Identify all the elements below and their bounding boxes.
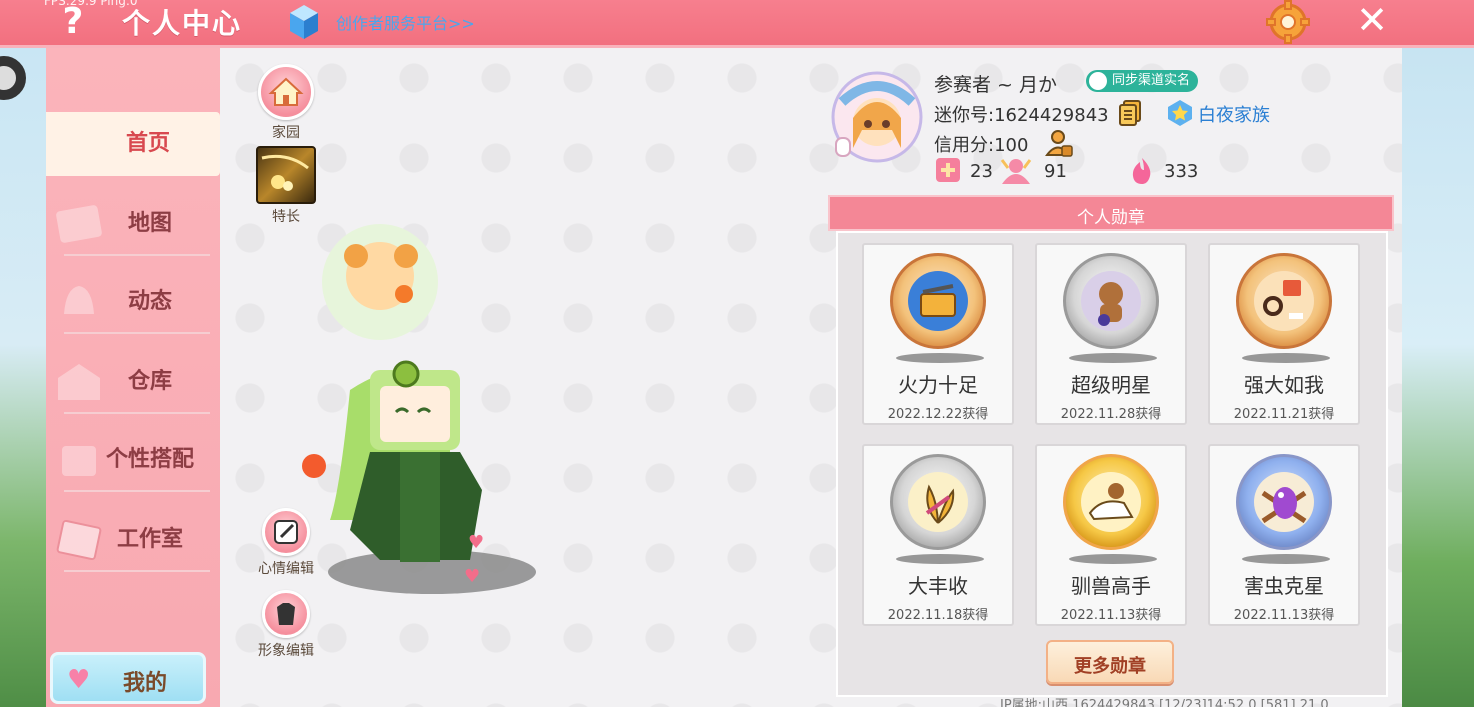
sidebar-item-home[interactable]: 首页 [46,112,220,176]
person-info-icon[interactable] [1044,128,1074,158]
likes-stat: 23 [934,156,994,188]
medals-header-title: 个人勋章 [1077,208,1145,228]
family-name: 白夜家族 [1198,105,1270,126]
medal-card[interactable]: 超级明星 2022.11.28获得 [1035,243,1187,425]
medal-name: 驯兽高手 [1071,574,1151,598]
sync-realname-badge[interactable]: 同步渠道实名 [1086,70,1199,92]
mini-id-label: 迷你号: [934,105,995,126]
fans-stat: 91 [1000,156,1070,188]
divider [64,412,210,414]
medal-strength-icon [1236,253,1332,349]
more-medals-button[interactable]: 更多勋章 [1046,640,1174,684]
footer-status: IP属地:山西 1624429843 [12/23]14:52 0 [581] … [1000,698,1329,707]
medal-shadow [896,353,984,363]
medal-beast-tamer-icon [1063,454,1159,550]
medal-date: 2022.11.18获得 [887,608,989,623]
medal-name: 超级明星 [1071,373,1151,397]
medal-pest-buster-icon [1236,454,1332,550]
creator-cube-icon[interactable] [288,3,320,41]
page-title: 个人中心 [122,7,243,40]
sidebar-item-map[interactable]: 地图 [46,192,220,256]
heat-count: 333 [1164,161,1199,182]
medal-date: 2022.11.13获得 [1060,608,1162,623]
verified-icon [1089,72,1107,90]
medal-card[interactable]: 火力十足 2022.12.22获得 [862,243,1014,425]
medal-name: 强大如我 [1244,373,1324,397]
fans-icon [1000,159,1032,184]
sidebar: 首页 地图 动态 仓库 个性搭配 工作室 ♥ 我的 [46,48,220,707]
heat-stat: 333 [1128,156,1208,188]
divider [64,570,210,572]
medal-date: 2022.11.28获得 [1060,407,1162,422]
medal-shadow [1242,353,1330,363]
credit-score: 信用分:100 [934,131,1028,157]
fans-count: 91 [1044,161,1067,182]
medal-name: 火力十足 [898,373,978,397]
home-button[interactable]: 家园 [256,64,316,142]
medal-shadow [1069,554,1157,564]
medal-date: 2022.11.13获得 [1233,608,1335,623]
home-button-label: 家园 [272,125,300,141]
heart-icon: ♥ [67,665,91,695]
sidebar-item-label: 个性搭配 [105,447,194,472]
divider [64,490,210,492]
close-button[interactable]: ✕ [1352,1,1392,42]
mini-id-value: 1624429843 [994,105,1109,126]
medal-name: 大丰收 [908,574,968,598]
medal-treasure-chest-icon [890,253,986,349]
medal-card[interactable]: 害虫克星 2022.11.13获得 [1208,444,1360,626]
svg-text:♥: ♥ [468,532,484,553]
svg-text:♥: ♥ [464,566,480,587]
medal-star-bear-icon [1063,253,1159,349]
sidebar-item-label: 动态 [127,289,172,314]
sidebar-item-label: 工作室 [116,527,183,552]
my-button[interactable]: ♥ 我的 [50,652,206,704]
top-bar: FPS:29.9 Ping:0 ? 个人中心 创作者服务平台>> ✕ [0,0,1474,48]
family-star-icon [1168,100,1192,126]
flame-icon [1132,158,1151,184]
house-icon [258,64,314,120]
likes-count: 23 [970,161,993,182]
player-character[interactable]: ♥ ♥ [220,190,560,610]
credit-label: 信用分: [934,135,995,156]
medal-harvest-icon [890,454,986,550]
background-scenery-left [0,48,46,707]
credit-value: 100 [994,135,1029,156]
my-button-label: 我的 [123,671,168,696]
sidebar-item-outfit[interactable]: 个性搭配 [46,428,220,492]
medals-header: 个人勋章 [828,195,1394,231]
sidebar-item-label: 首页 [125,131,170,156]
profile-name: 参赛者 ~ 月か [934,74,1057,96]
divider [64,254,210,256]
mini-id: 迷你号:1624429843 [934,101,1109,127]
gear-icon[interactable] [1266,0,1310,44]
medal-name: 害虫克星 [1244,574,1324,598]
family-link[interactable]: 白夜家族 [1166,99,1270,127]
background-scenery-right [1402,48,1474,707]
medal-shadow [896,554,984,564]
medal-date: 2022.11.21获得 [1233,407,1335,422]
sidebar-item-feed[interactable]: 动态 [46,270,220,334]
sidebar-item-label: 仓库 [127,369,172,394]
sidebar-item-label: 地图 [127,211,172,236]
medal-date: 2022.12.22获得 [887,407,989,422]
help-button[interactable]: ? [56,2,90,42]
medal-card[interactable]: 驯兽高手 2022.11.13获得 [1035,444,1187,626]
more-medals-label: 更多勋章 [1074,656,1146,677]
sync-badge-label: 同步渠道实名 [1112,73,1191,88]
medal-card[interactable]: 强大如我 2022.11.21获得 [1208,243,1360,425]
divider [64,332,210,334]
look-edit-label: 形象编辑 [258,643,314,659]
medal-card[interactable]: 大丰收 2022.11.18获得 [862,444,1014,626]
medal-shadow [1242,554,1330,564]
sidebar-item-warehouse[interactable]: 仓库 [46,350,220,414]
profile-avatar[interactable] [828,68,926,166]
medal-shadow [1069,353,1157,363]
copy-icon[interactable] [1118,99,1142,127]
creator-platform-link[interactable]: 创作者服务平台>> [336,10,475,34]
like-card-icon [936,158,960,182]
sidebar-item-studio[interactable]: 工作室 [46,508,220,572]
